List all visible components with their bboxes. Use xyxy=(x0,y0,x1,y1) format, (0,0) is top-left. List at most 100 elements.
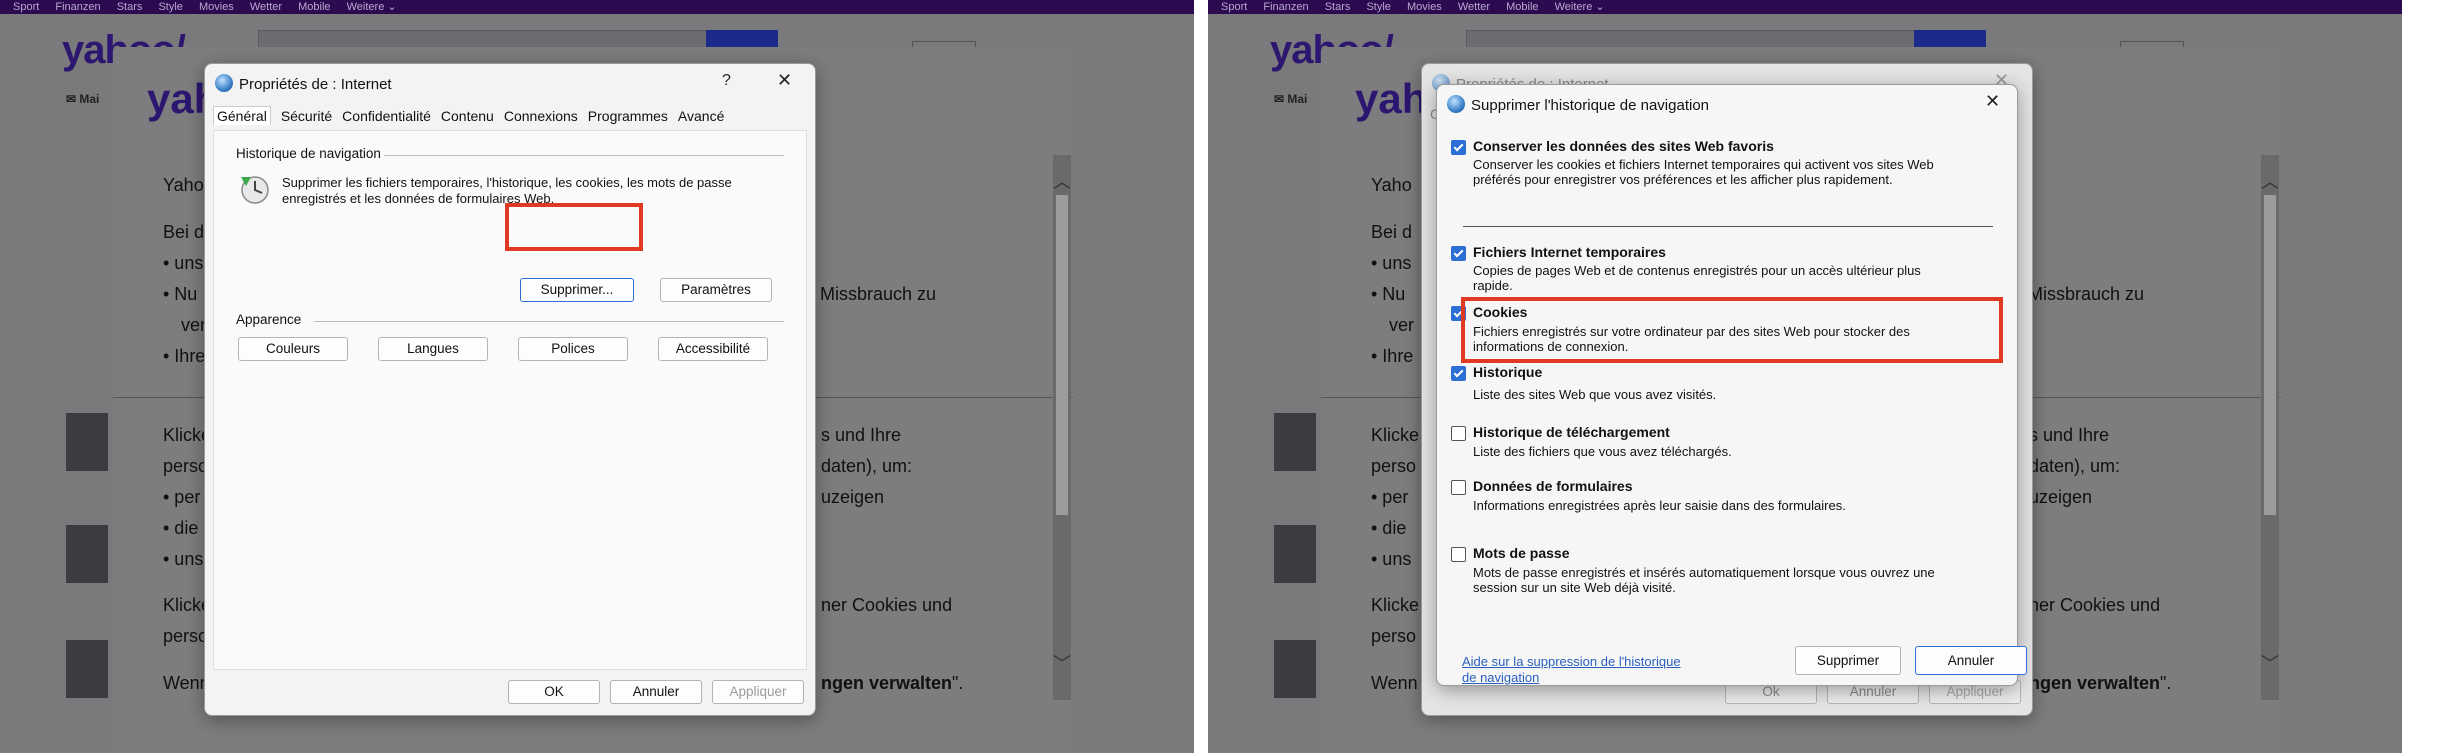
ok-button[interactable]: OK xyxy=(508,680,600,704)
highlight-box xyxy=(1461,297,2003,363)
tab-content[interactable]: Contenu xyxy=(441,108,494,124)
nav-link[interactable]: Weitere ⌄ xyxy=(1555,0,1605,14)
nav-link[interactable]: Wetter xyxy=(250,0,282,14)
delete-history-dialog: Supprimer l'historique de navigation ✕ C… xyxy=(1436,84,2027,686)
languages-button[interactable]: Langues xyxy=(378,337,488,361)
fonts-button[interactable]: Polices xyxy=(518,337,628,361)
scrollbar[interactable] xyxy=(1053,155,1071,700)
form-data-checkbox[interactable] xyxy=(1451,480,1466,495)
temp-files-description: Copies de pages Web et de contenus enreg… xyxy=(1473,263,1921,278)
consent-text: Wenn xyxy=(163,673,210,693)
keep-favorites-description: Conserver les cookies et fichiers Intern… xyxy=(1473,157,1934,172)
mail-link[interactable]: ✉ Mai xyxy=(66,92,99,106)
tab-security[interactable]: Sécurité xyxy=(281,108,332,124)
delete-button[interactable]: Supprimer... xyxy=(520,278,634,302)
nav-link[interactable]: Sport xyxy=(13,0,39,14)
mail-label: Mai xyxy=(79,92,100,106)
right-screenshot: Sport Finanzen Stars Style Movies Wetter… xyxy=(1208,0,2402,753)
keep-favorites-description: préférés pour enregistrer vos préférence… xyxy=(1473,172,1893,187)
help-link[interactable]: Aide sur la suppression de l'historique xyxy=(1462,654,1681,669)
nav-link[interactable]: Finanzen xyxy=(1263,0,1308,14)
consent-text: ver xyxy=(1389,315,1415,335)
scroll-up-icon[interactable]: ︿ xyxy=(1053,168,1071,194)
cancel-button[interactable]: Annuler xyxy=(610,680,702,704)
colors-button[interactable]: Couleurs xyxy=(238,337,348,361)
history-checkbox[interactable] xyxy=(1451,366,1466,381)
thumbnail-image xyxy=(66,640,108,698)
consent-text: perso xyxy=(1371,626,1417,646)
bold-link-text[interactable]: ngen verwalten xyxy=(2029,673,2160,693)
consent-bullet: • die xyxy=(1371,518,1407,538)
globe-icon xyxy=(1447,95,1465,113)
downloads-label: Historique de téléchargement xyxy=(1473,424,1670,440)
scroll-down-icon[interactable]: ﹀ xyxy=(2261,650,2279,676)
top-nav-bar: Sport Finanzen Stars Style Movies Wetter… xyxy=(1208,0,2402,14)
nav-link[interactable]: Wetter xyxy=(1458,0,1490,14)
nav-link[interactable]: Sport xyxy=(1221,0,1247,14)
scrollbar-thumb[interactable] xyxy=(2264,195,2276,515)
settings-button[interactable]: Paramètres xyxy=(660,278,772,302)
left-screenshot: Sport Finanzen Stars Style Movies Wetter… xyxy=(0,0,1194,753)
quote-end: ". xyxy=(952,673,964,693)
tab-connections[interactable]: Connexions xyxy=(504,108,578,124)
scrollbar-thumb[interactable] xyxy=(1056,195,1068,515)
scroll-down-icon[interactable]: ﹀ xyxy=(1053,650,1071,676)
keep-favorites-checkbox[interactable] xyxy=(1451,140,1466,155)
history-icon xyxy=(241,176,269,204)
tab-advanced[interactable]: Avancé xyxy=(678,108,724,124)
accessibility-button[interactable]: Accessibilité xyxy=(658,337,768,361)
bold-link-text[interactable]: ngen verwalten xyxy=(821,673,952,693)
nav-link[interactable]: Style xyxy=(1366,0,1390,14)
consent-text: Wenn xyxy=(1371,673,1418,693)
consent-text: perso xyxy=(163,456,209,476)
consent-bullet: • uns xyxy=(1371,253,1412,273)
globe-icon xyxy=(215,74,233,92)
delete-button[interactable]: Supprimer xyxy=(1795,646,1901,675)
nav-link[interactable]: Style xyxy=(158,0,182,14)
scroll-up-icon[interactable]: ︿ xyxy=(2261,168,2279,194)
close-button[interactable]: ✕ xyxy=(777,70,792,91)
help-link[interactable]: de navigation xyxy=(1462,670,1539,685)
thumbnail-image xyxy=(1274,640,1316,698)
consent-bullet: • Nu xyxy=(163,284,198,304)
group-divider xyxy=(384,155,784,156)
nav-link[interactable]: Movies xyxy=(199,0,234,14)
close-button[interactable]: ✕ xyxy=(1985,91,2000,112)
downloads-checkbox[interactable] xyxy=(1451,426,1466,441)
passwords-checkbox[interactable] xyxy=(1451,547,1466,562)
consent-text: Missbrauch zu xyxy=(2028,284,2145,304)
tab-privacy[interactable]: Confidentialité xyxy=(342,108,431,124)
temp-files-checkbox[interactable] xyxy=(1451,246,1466,261)
thumbnail-image xyxy=(1274,413,1316,471)
consent-bullet: • per xyxy=(1371,487,1409,507)
consent-bullet: • uns xyxy=(163,253,204,273)
thumbnail-image xyxy=(66,413,108,471)
scrollbar[interactable] xyxy=(2261,155,2279,700)
nav-link[interactable]: Weitere ⌄ xyxy=(347,0,397,14)
temp-files-label: Fichiers Internet temporaires xyxy=(1473,244,1666,260)
consent-bullet: • Ihre xyxy=(1371,346,1414,366)
consent-text: Bei d xyxy=(163,222,205,242)
thumbnail-image xyxy=(1274,525,1316,583)
internet-properties-dialog: Propriétés de : Internet ? ✕ Général Sécu… xyxy=(204,63,816,716)
dialog-title: Supprimer l'historique de navigation xyxy=(1471,97,1710,114)
passwords-label: Mots de passe xyxy=(1473,545,1570,561)
nav-link[interactable]: Stars xyxy=(117,0,143,14)
nav-link[interactable]: Mobile xyxy=(1506,0,1538,14)
nav-link[interactable]: Stars xyxy=(1325,0,1351,14)
mail-link[interactable]: ✉ Mai xyxy=(1274,92,1307,106)
consent-text: perso xyxy=(163,626,209,646)
nav-link[interactable]: Finanzen xyxy=(55,0,100,14)
apply-button[interactable]: Appliquer xyxy=(712,680,804,704)
tab-general[interactable]: Général xyxy=(213,106,271,125)
nav-link[interactable]: Movies xyxy=(1407,0,1442,14)
cancel-button[interactable]: Annuler xyxy=(1915,646,2027,675)
tab-programs[interactable]: Programmes xyxy=(588,108,668,124)
consent-bullet: • uns xyxy=(1371,549,1412,569)
group-divider xyxy=(314,321,784,322)
nav-link[interactable]: Mobile xyxy=(298,0,330,14)
consent-text: Klicke xyxy=(1371,595,1420,615)
help-button[interactable]: ? xyxy=(722,72,731,90)
consent-text: Yaho xyxy=(1371,175,1412,195)
keep-favorites-label: Conserver les données des sites Web favo… xyxy=(1473,138,1774,154)
